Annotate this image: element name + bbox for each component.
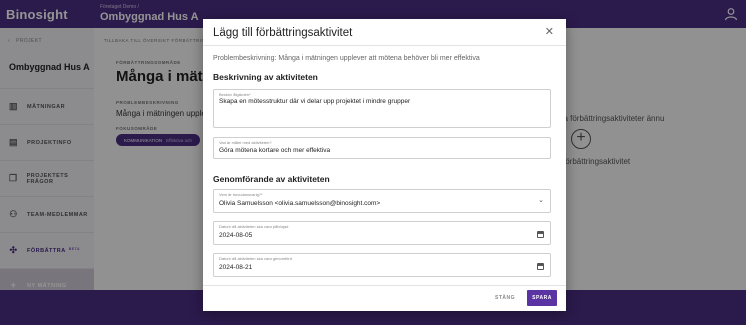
- field-value: Göra mötena kortare och mer effektiva: [219, 147, 331, 154]
- save-button[interactable]: SPARA: [527, 290, 557, 306]
- field-label: Vad är målet med aktiviteten?: [219, 140, 272, 145]
- section-description-heading: Beskrivning av aktiviteten: [213, 72, 318, 82]
- goal-field[interactable]: Vad är målet med aktiviteten? Göra möten…: [213, 137, 551, 159]
- calendar-icon[interactable]: [537, 231, 544, 238]
- close-button[interactable]: STÄNG: [495, 295, 515, 301]
- section-execution-heading: Genomförande av aktiviteten: [213, 174, 330, 184]
- add-activity-dialog: Lägg till förbättringsaktivitet ✕ Proble…: [203, 19, 566, 311]
- field-label: Datum då aktiviteten ska vara påbörjad: [219, 224, 289, 229]
- chevron-down-icon[interactable]: ⌄: [538, 196, 544, 204]
- field-value: 2024-08-05: [219, 232, 253, 239]
- responsible-select[interactable]: Vem är huvudansvarig?* Olivia Samuelsson…: [213, 189, 551, 213]
- divider: [203, 45, 566, 46]
- start-date-field[interactable]: Datum då aktiviteten ska vara påbörjad 2…: [213, 221, 551, 245]
- describe-action-field[interactable]: Beskriv åtgärden* Skapa en mötesstruktur…: [213, 89, 551, 128]
- field-label: Beskriv åtgärden*: [219, 92, 251, 97]
- field-value: Skapa en mötesstruktur där vi delar upp …: [219, 98, 411, 105]
- calendar-icon[interactable]: [537, 263, 544, 270]
- divider: [203, 285, 566, 286]
- field-label: Vem är huvudansvarig?*: [219, 192, 263, 197]
- field-value: 2024-08-21: [219, 264, 253, 271]
- problem-description: Problembeskrivning: Många i mätningen up…: [213, 55, 480, 62]
- end-date-field[interactable]: Datum då aktiviteten ska vara genomförd …: [213, 253, 551, 277]
- close-icon[interactable]: ✕: [545, 25, 554, 38]
- field-label: Datum då aktiviteten ska vara genomförd: [219, 256, 292, 261]
- field-value: Olivia Samuelsson <olivia.samuelsson@bin…: [219, 200, 381, 207]
- dialog-title: Lägg till förbättringsaktivitet: [213, 27, 353, 39]
